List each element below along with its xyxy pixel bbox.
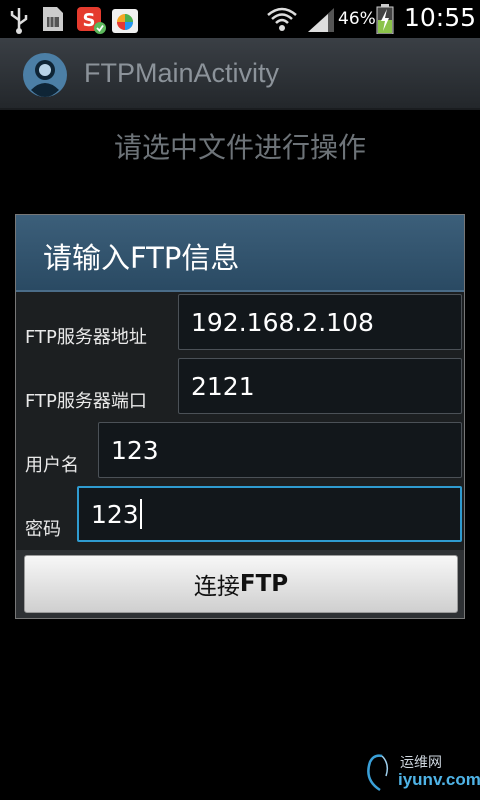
connect-label-bold: FTP bbox=[239, 571, 289, 597]
app-title: FTPMainActivity bbox=[84, 58, 280, 88]
dialog-header: 请输入FTP信息 bbox=[16, 215, 464, 292]
server-port-label: FTP服务器端口 bbox=[25, 391, 147, 412]
server-port-input[interactable]: 2121 bbox=[178, 358, 462, 414]
server-address-label: FTP服务器地址 bbox=[25, 327, 147, 348]
text-cursor bbox=[139, 499, 142, 529]
select-file-hint: 请选中文件进行操作 bbox=[113, 131, 366, 164]
dialog-footer: 连接 FTP bbox=[16, 550, 464, 618]
app-avatar-icon[interactable] bbox=[22, 52, 68, 98]
server-port-row: FTP服务器端口 2121 bbox=[16, 358, 464, 422]
server-address-value: 192.168.2.108 bbox=[191, 307, 374, 337]
action-bar: FTPMainActivity bbox=[0, 38, 480, 110]
usb-icon bbox=[10, 8, 28, 34]
password-label: 密码 bbox=[25, 519, 61, 540]
dialog-body: FTP服务器地址 192.168.2.108 FTP服务器端口 2121 用户名… bbox=[16, 292, 464, 550]
watermark-line1: 运维网 bbox=[400, 755, 442, 771]
svg-text:S: S bbox=[83, 10, 96, 31]
app-s-icon: S bbox=[77, 7, 106, 34]
signal-icon bbox=[308, 8, 334, 32]
wifi-icon bbox=[267, 7, 297, 31]
watermark: 运维网 iyunv.com bbox=[360, 750, 480, 794]
server-port-value: 2121 bbox=[191, 371, 255, 401]
server-address-row: FTP服务器地址 192.168.2.108 bbox=[16, 294, 464, 358]
username-row: 用户名 123 bbox=[16, 422, 464, 486]
watermark-line2: iyunv.com bbox=[398, 770, 480, 789]
connect-ftp-button[interactable]: 连接 FTP bbox=[24, 555, 458, 613]
battery-charging-icon bbox=[376, 4, 394, 34]
clock: 10:55 bbox=[404, 3, 477, 32]
watermark-logo-icon bbox=[367, 754, 389, 792]
battery-percent: 46% bbox=[338, 9, 376, 29]
password-value: 123 bbox=[91, 499, 139, 529]
dialog-title: 请输入FTP信息 bbox=[43, 241, 240, 275]
username-label: 用户名 bbox=[25, 455, 79, 476]
status-bar: S 46% 10:55 bbox=[0, 0, 480, 38]
shop-icon bbox=[112, 9, 138, 33]
sim-icon bbox=[43, 7, 63, 31]
username-value: 123 bbox=[111, 435, 159, 465]
ftp-info-dialog: 请输入FTP信息 FTP服务器地址 192.168.2.108 FTP服务器端口… bbox=[15, 214, 465, 619]
password-row: 密码 123 bbox=[16, 486, 464, 550]
password-input[interactable]: 123 bbox=[77, 486, 462, 542]
connect-label-prefix: 连接 bbox=[193, 574, 240, 600]
username-input[interactable]: 123 bbox=[98, 422, 462, 478]
server-address-input[interactable]: 192.168.2.108 bbox=[178, 294, 462, 350]
